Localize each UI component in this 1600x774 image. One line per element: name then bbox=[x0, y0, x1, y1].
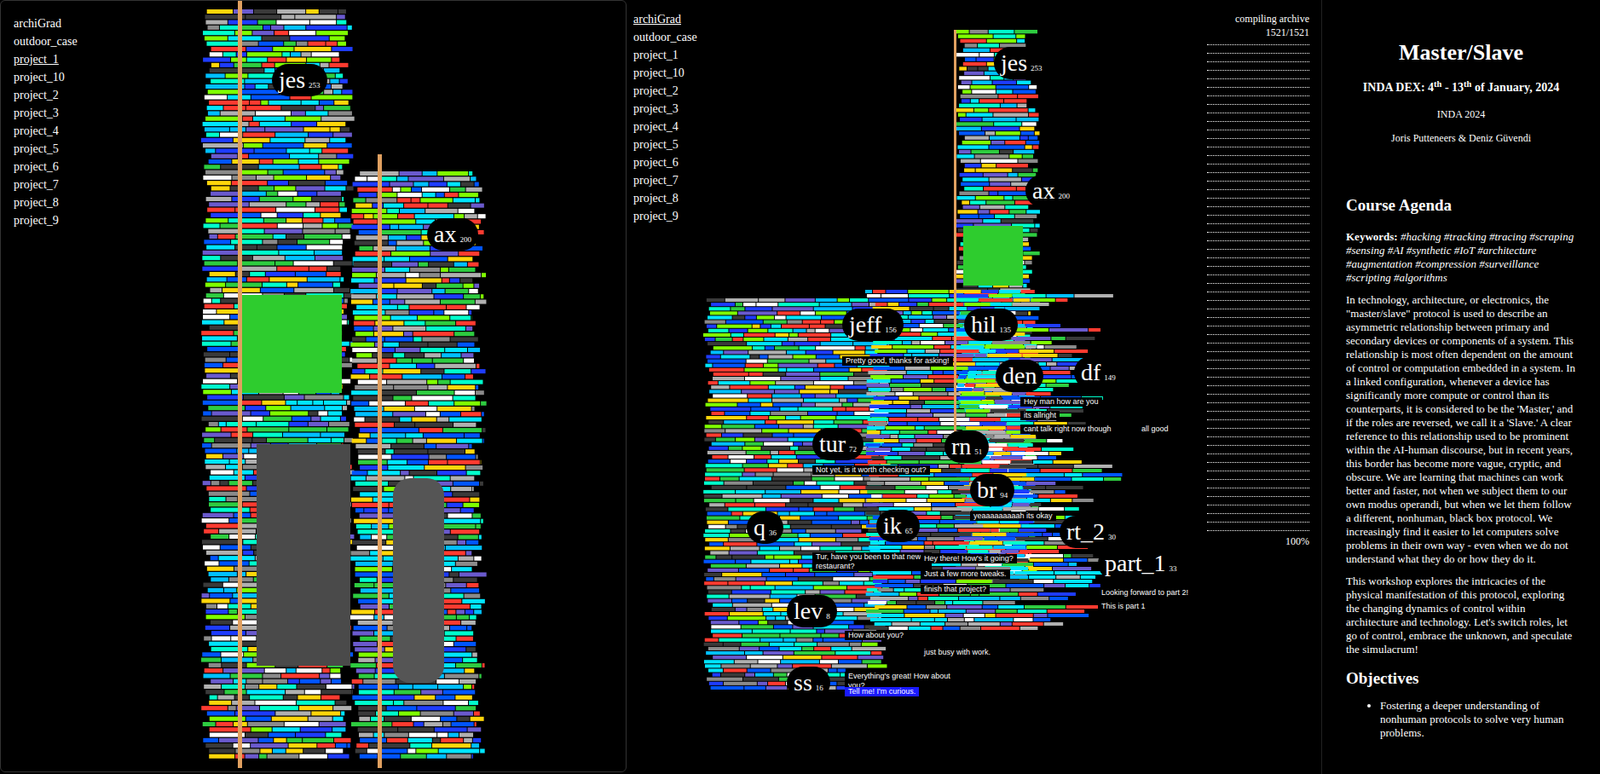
course-authors: Joris Putteneers & Deniz Güvendi bbox=[1345, 130, 1577, 146]
nav-item[interactable]: project_3 bbox=[633, 99, 698, 118]
chat-message: its allright bbox=[1020, 410, 1060, 421]
app: archiGradoutdoor_caseproject_1project_10… bbox=[0, 0, 1600, 774]
objectives-list: Fostering a deeper understanding of nonh… bbox=[1345, 698, 1577, 740]
user-label[interactable]: rn51 bbox=[944, 430, 989, 463]
left-viewer: archiGradoutdoor_caseproject_1project_10… bbox=[0, 0, 627, 773]
chat-message: Tur, have you been to that new restauran… bbox=[812, 552, 932, 572]
user-label[interactable]: den bbox=[995, 359, 1044, 393]
compile-status: compiling archive1521/1521 100% bbox=[1189, 11, 1310, 549]
user-label[interactable]: jes253 bbox=[271, 63, 328, 97]
nav-item[interactable]: project_1 bbox=[13, 50, 78, 69]
user-label[interactable]: ss16 bbox=[786, 666, 831, 699]
agenda-paragraph: This workshop explores the intricacies o… bbox=[1345, 574, 1577, 657]
user-label[interactable]: lev8 bbox=[786, 594, 838, 628]
user-label[interactable]: hil135 bbox=[964, 308, 1018, 341]
chat-message: Hey man how are you bbox=[1020, 397, 1103, 407]
user-label[interactable]: rt_230 bbox=[1059, 515, 1123, 549]
nav-item[interactable]: project_9 bbox=[13, 211, 78, 230]
nav-item[interactable]: archiGrad bbox=[633, 10, 698, 29]
status-percent: 100% bbox=[1285, 534, 1310, 549]
user-label[interactable]: jes253 bbox=[993, 46, 1050, 80]
nav-item[interactable]: project_10 bbox=[633, 63, 698, 82]
status-progress: 1521/1521 bbox=[1265, 25, 1310, 40]
nav-item[interactable]: archiGrad bbox=[13, 14, 78, 33]
agenda-title: Course Agenda bbox=[1345, 193, 1577, 219]
nav-item[interactable]: project_7 bbox=[633, 171, 698, 190]
progress-lines bbox=[1207, 44, 1310, 532]
chat-message: This is part 1 bbox=[1097, 601, 1150, 612]
chat-message: Pretty good, thanks for asking! bbox=[842, 356, 954, 366]
chat-message: Not yet, is it worth checking out? bbox=[812, 465, 930, 475]
user-label[interactable]: part_133 bbox=[1097, 547, 1185, 580]
chat-message: Hey there! How's it going? bbox=[920, 554, 1017, 564]
nav-item[interactable]: project_8 bbox=[633, 189, 698, 208]
project-nav: archiGradoutdoor_caseproject_1project_10… bbox=[13, 14, 78, 230]
keywords: Keywords: #hacking #tracking #tracing #s… bbox=[1345, 230, 1577, 285]
chat-message: all good bbox=[1137, 424, 1173, 434]
chat-message: Tell me! I'm curious. bbox=[844, 687, 919, 697]
user-label[interactable]: df149 bbox=[1074, 356, 1123, 389]
chat-message: just busy with work. bbox=[920, 647, 994, 658]
course-info: Master/Slave INDA DEX: 4th - 13th of Janu… bbox=[1321, 0, 1600, 774]
user-label[interactable]: br94 bbox=[970, 473, 1015, 507]
objective-item: Fostering a deeper understanding of nonh… bbox=[1380, 698, 1577, 740]
nav-item[interactable]: project_4 bbox=[633, 117, 698, 136]
objectives-title: Objectives bbox=[1345, 666, 1577, 692]
status-title: compiling archive bbox=[1235, 11, 1310, 26]
nav-item[interactable]: outdoor_case bbox=[13, 32, 78, 51]
user-label[interactable]: tur72 bbox=[812, 427, 864, 461]
nav-item[interactable]: project_7 bbox=[13, 175, 78, 194]
nav-item[interactable]: project_9 bbox=[633, 207, 698, 226]
chat-message: finish that project? bbox=[920, 584, 990, 595]
nav-item[interactable]: project_10 bbox=[13, 68, 78, 87]
chat-message: yeaaaaaaaaah its okay bbox=[970, 511, 1057, 521]
user-label[interactable]: ik65 bbox=[876, 509, 920, 543]
nav-item[interactable]: project_6 bbox=[13, 157, 78, 176]
chat-message: How about you? bbox=[844, 630, 907, 641]
project-nav: archiGradoutdoor_caseproject_1project_10… bbox=[633, 10, 698, 226]
nav-item[interactable]: project_6 bbox=[633, 153, 698, 172]
course-dates: INDA DEX: 4th - 13th of January, 2024 bbox=[1345, 78, 1577, 97]
nav-item[interactable]: project_1 bbox=[633, 46, 698, 64]
archive-render-icon[interactable] bbox=[626, 0, 1322, 774]
user-label[interactable]: jeff156 bbox=[842, 308, 904, 341]
nav-item[interactable]: project_5 bbox=[633, 135, 698, 154]
user-label[interactable]: ax200 bbox=[1025, 174, 1077, 208]
nav-item[interactable]: project_8 bbox=[13, 193, 78, 212]
agenda-paragraph: In technology, architecture, or electron… bbox=[1345, 293, 1577, 567]
nav-item[interactable]: project_3 bbox=[13, 103, 78, 122]
course-program: INDA 2024 bbox=[1345, 106, 1577, 122]
chat-message: Just a few more tweaks. bbox=[920, 569, 1011, 579]
nav-item[interactable]: project_4 bbox=[13, 121, 78, 140]
chat-message: Looking forward to part 2! bbox=[1097, 588, 1192, 598]
user-label[interactable]: q36 bbox=[746, 511, 784, 544]
nav-item[interactable]: outdoor_case bbox=[633, 28, 698, 47]
tower-render-icon[interactable] bbox=[0, 0, 627, 773]
nav-item[interactable]: project_2 bbox=[633, 81, 698, 100]
nav-item[interactable]: project_5 bbox=[13, 139, 78, 158]
nav-item[interactable]: project_2 bbox=[13, 86, 78, 104]
user-label[interactable]: ax200 bbox=[427, 218, 479, 251]
course-title: Master/Slave bbox=[1345, 39, 1577, 67]
middle-viewer: archiGradoutdoor_caseproject_1project_10… bbox=[626, 0, 1322, 774]
chat-message: cant talk right now though bbox=[1020, 424, 1115, 434]
